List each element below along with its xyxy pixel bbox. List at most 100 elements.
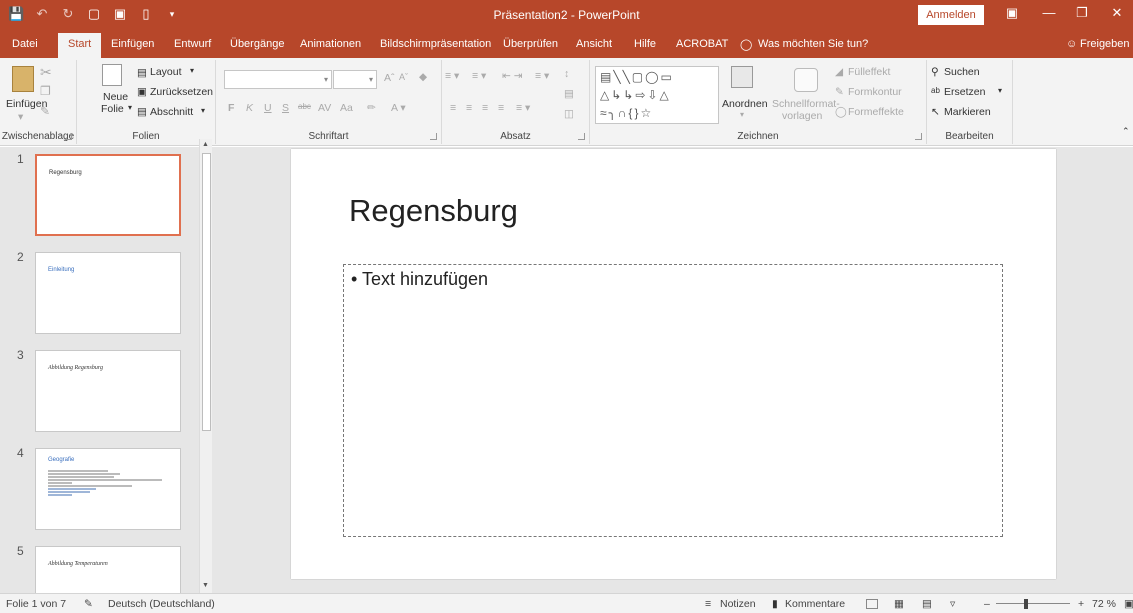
zoom-slider-handle[interactable] [1024,599,1028,609]
bullets-icon[interactable]: ≡ ▾ [445,70,459,82]
font-name-combo[interactable]: ▾ [224,70,332,89]
shapes-gallery[interactable]: ▤╲╲▢◯▭ △↳↳⇨⇩△ ≈╮∩{}☆ [595,66,719,124]
tab-start[interactable]: Start [58,33,102,58]
notes-button[interactable]: Notizen [720,598,756,610]
tab-ueberpruefen[interactable]: Überprüfen [503,38,558,50]
tab-acrobat[interactable]: ACROBAT [676,38,728,50]
accessibility-icon[interactable]: ✎ [84,598,93,610]
slide-thumbnail-5[interactable]: Abbildung Temperaturen [35,546,181,593]
change-case-button[interactable]: Aa [340,102,353,114]
collapse-ribbon-icon[interactable]: ⌃ [1122,126,1130,137]
tab-datei[interactable]: Datei [12,38,38,50]
zoom-in-icon[interactable]: + [1078,598,1084,610]
tab-einfuegen[interactable]: Einfügen [111,38,154,50]
shadow-button[interactable]: S [282,102,289,114]
quick-styles-icon[interactable] [794,68,818,92]
justify-icon[interactable]: ≡ [498,102,504,114]
replace-button[interactable]: Ersetzen [944,86,985,98]
layout-button[interactable]: Layout [150,66,182,78]
quick-styles-button[interactable]: Schnellformat- [772,98,840,110]
highlight-icon[interactable]: ✏ [367,102,376,114]
indent-icon[interactable]: ⇤ ⇥ [502,70,523,82]
scrollbar-thumb[interactable] [202,153,211,431]
normal-view-icon[interactable] [866,599,878,609]
select-button[interactable]: Markieren [944,106,991,118]
language-indicator[interactable]: Deutsch (Deutschland) [108,598,215,610]
reading-view-icon[interactable]: ▤ [922,598,932,610]
close-icon[interactable]: ✕ [1105,5,1129,21]
align-left-icon[interactable]: ≡ [450,102,456,114]
grow-font-icon[interactable]: Aˆ [384,72,395,84]
slide-sorter-icon[interactable]: ▦ [894,598,904,610]
shrink-font-icon[interactable]: Aˇ [399,72,408,82]
format-painter-icon[interactable]: ✎ [40,104,50,118]
shape-outline-button[interactable]: Formkontur [848,86,902,98]
tab-entwurf[interactable]: Entwurf [174,38,211,50]
clear-formatting-icon[interactable]: ◆ [419,71,427,83]
slide-counter[interactable]: Folie 1 von 7 [6,598,66,610]
font-launcher-icon[interactable] [430,133,437,140]
slide-thumbnail-1[interactable]: Regensburg [35,154,181,236]
thumbnails-scrollbar[interactable]: ▲ ▼ [199,139,212,593]
italic-button[interactable]: K [246,102,253,114]
new-slide-icon[interactable] [102,64,122,86]
restore-icon[interactable]: ❐ [1070,5,1094,21]
ribbon-display-options-icon[interactable]: ▣ [1000,5,1024,21]
slideshow-view-icon[interactable]: ▿ [950,598,955,610]
fit-slide-icon[interactable]: ▣ [1124,598,1133,610]
shape-effects-button[interactable]: Formeffekte [848,106,904,118]
font-color-icon[interactable]: A ▾ [391,102,406,114]
line-spacing-icon[interactable]: ≡ ▾ [535,70,549,82]
slide-thumbnail-2[interactable]: Einleitung [35,252,181,334]
share-button[interactable]: Freigeben [1080,38,1130,50]
layout-dropdown-icon[interactable]: ▾ [190,66,194,75]
tab-ansicht[interactable]: Ansicht [576,38,612,50]
paste-dropdown-icon[interactable]: ▾ [18,111,23,123]
new-slide-button[interactable]: Neue [103,91,128,103]
zoom-slider[interactable] [996,603,1070,604]
columns-icon[interactable]: ≡ ▾ [516,102,530,114]
new-slide-dropdown-icon[interactable]: ▾ [128,103,132,112]
text-direction-icon[interactable]: ↕ [564,68,569,80]
copy-icon[interactable]: ❐ [40,84,51,98]
tab-uebergaenge[interactable]: Übergänge [230,38,284,50]
slide-thumbnail-4[interactable]: Geografie [35,448,181,530]
comments-button[interactable]: Kommentare [785,598,845,610]
paragraph-launcher-icon[interactable] [578,133,585,140]
tell-me-search[interactable]: Was möchten Sie tun? [758,38,868,50]
shape-fill-button[interactable]: Fülleffekt [848,66,890,78]
character-spacing-button[interactable]: AV [318,102,331,114]
arrange-dropdown-icon[interactable]: ▾ [740,110,744,119]
scroll-up-icon[interactable]: ▲ [202,141,209,148]
strikethrough-icon[interactable]: abc [298,102,311,111]
tab-hilfe[interactable]: Hilfe [634,38,656,50]
sign-in-button[interactable]: Anmelden [918,5,984,25]
align-right-icon[interactable]: ≡ [482,102,488,114]
tab-bildschirmpraesentation[interactable]: Bildschirmpräsentation [380,38,491,50]
tab-animationen[interactable]: Animationen [300,38,361,50]
numbering-icon[interactable]: ≡ ▾ [472,70,486,82]
arrange-button[interactable]: Anordnen [722,98,768,110]
bullet-text[interactable]: • Text hinzufügen [351,269,488,290]
slide-title-placeholder[interactable]: Regensburg [349,193,518,229]
section-button[interactable]: Abschnitt [150,106,193,118]
align-center-icon[interactable]: ≡ [466,102,472,114]
arrange-icon[interactable] [731,66,753,88]
font-size-combo[interactable]: ▾ [333,70,377,89]
content-placeholder[interactable]: • Text hinzufügen [343,264,1003,537]
drawing-launcher-icon[interactable] [915,133,922,140]
bold-button[interactable]: F [228,102,234,114]
zoom-out-icon[interactable]: – [984,598,990,610]
zoom-level[interactable]: 72 % [1092,598,1116,610]
paste-icon[interactable] [12,66,34,92]
find-button[interactable]: Suchen [944,66,980,78]
cut-icon[interactable]: ✂ [40,64,52,81]
align-text-icon[interactable]: ▤ [564,88,574,100]
scroll-down-icon[interactable]: ▼ [202,582,209,589]
minimize-icon[interactable]: — [1037,5,1061,20]
slide-thumbnail-3[interactable]: Abbildung Regensburg [35,350,181,432]
replace-dropdown-icon[interactable]: ▾ [998,86,1002,95]
smartart-icon[interactable]: ◫ [564,108,574,120]
clipboard-launcher-icon[interactable] [65,133,72,140]
reset-button[interactable]: Zurücksetzen [150,86,213,98]
